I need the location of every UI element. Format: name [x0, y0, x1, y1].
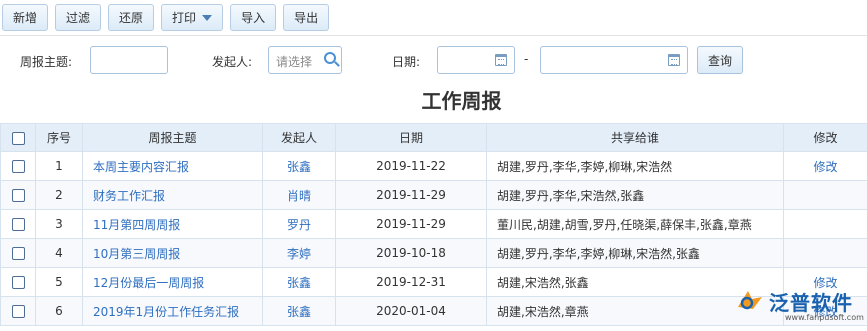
header-edit[interactable]: 修改 [783, 123, 867, 152]
row-initiator-link[interactable]: 李婷 [262, 238, 336, 268]
import-button[interactable]: 导入 [230, 4, 277, 31]
row-no: 3 [35, 209, 83, 239]
export-button[interactable]: 导出 [283, 4, 330, 31]
watermark-url: www.fanpusoft.com [785, 313, 864, 322]
row-topic-link[interactable]: 12月份最后一周周报 [82, 267, 263, 297]
initiator-label: 发起人: [212, 55, 253, 69]
search-icon[interactable] [324, 52, 336, 64]
row-topic-link[interactable]: 10月第三周周报 [82, 238, 263, 268]
row-share: 胡建,罗丹,李华,宋浩然,张鑫 [486, 180, 784, 210]
restore-button-label: 还原 [119, 11, 144, 25]
row-date: 2019-12-31 [335, 267, 487, 297]
row-initiator-link[interactable]: 张鑫 [262, 267, 336, 297]
toolbar: 新增 过滤 还原 打印 导入 导出 [0, 0, 867, 36]
print-button-label: 打印 [172, 11, 197, 25]
row-date: 2019-11-22 [335, 151, 487, 181]
table-row: 1 本周主要内容汇报 张鑫 2019-11-22 胡建,罗丹,李华,李婷,柳琳,… [0, 151, 867, 181]
row-checkbox[interactable] [11, 247, 25, 260]
row-select-cell [0, 151, 36, 181]
row-select-cell [0, 267, 36, 297]
row-no: 6 [35, 296, 83, 326]
row-edit-link[interactable] [783, 209, 867, 239]
row-no: 1 [35, 151, 83, 181]
row-edit-link[interactable]: 修改 [783, 151, 867, 181]
header-select-all [0, 123, 36, 152]
row-date: 2020-01-04 [335, 296, 487, 326]
row-no: 2 [35, 180, 83, 210]
topic-label: 周报主题: [20, 55, 73, 69]
row-share: 胡建,罗丹,李华,李婷,柳琳,宋浩然 [486, 151, 784, 181]
row-checkbox[interactable] [11, 189, 25, 202]
initiator-placeholder: 请选择 [276, 55, 313, 69]
row-initiator-link[interactable]: 张鑫 [262, 296, 336, 326]
header-topic[interactable]: 周报主题 [82, 123, 263, 152]
row-checkbox[interactable] [11, 218, 25, 231]
row-select-cell [0, 209, 36, 239]
filter-button-label: 过滤 [66, 11, 91, 25]
query-button-label: 查询 [708, 53, 733, 68]
header-date[interactable]: 日期 [335, 123, 487, 152]
row-share: 胡建,罗丹,李华,李婷,柳琳,宋浩然,张鑫 [486, 238, 784, 268]
row-select-cell [0, 296, 36, 326]
calendar-icon[interactable] [495, 54, 507, 66]
table-row: 2 财务工作汇报 肖晴 2019-11-29 胡建,罗丹,李华,宋浩然,张鑫 [0, 180, 867, 210]
row-topic-link[interactable]: 财务工作汇报 [82, 180, 263, 210]
row-initiator-link[interactable]: 罗丹 [262, 209, 336, 239]
table-row: 4 10月第三周周报 李婷 2019-10-18 胡建,罗丹,李华,李婷,柳琳,… [0, 238, 867, 268]
row-checkbox[interactable] [11, 305, 25, 318]
row-select-cell [0, 180, 36, 210]
page-title: 工作周报 [421, 89, 502, 113]
row-no: 4 [35, 238, 83, 268]
row-edit-link[interactable] [783, 180, 867, 210]
query-button[interactable]: 查询 [697, 46, 744, 74]
filter-button[interactable]: 过滤 [55, 4, 102, 31]
print-button[interactable]: 打印 [161, 4, 224, 31]
row-checkbox[interactable] [11, 276, 25, 289]
row-topic-link[interactable]: 本周主要内容汇报 [82, 151, 263, 181]
row-share: 董川民,胡建,胡雪,罗丹,任晓渠,薛保丰,张鑫,章燕 [486, 209, 784, 239]
row-date: 2019-11-29 [335, 180, 487, 210]
header-no[interactable]: 序号 [35, 123, 83, 152]
row-select-cell [0, 238, 36, 268]
end-date-input[interactable] [540, 46, 688, 74]
header-share[interactable]: 共享给谁 [486, 123, 784, 152]
export-button-label: 导出 [294, 11, 319, 25]
row-date: 2019-10-18 [335, 238, 487, 268]
import-button-label: 导入 [241, 11, 266, 25]
header-initiator[interactable]: 发起人 [262, 123, 336, 152]
restore-button[interactable]: 还原 [108, 4, 155, 31]
add-button[interactable]: 新增 [2, 4, 49, 31]
initiator-input[interactable]: 请选择 [268, 46, 342, 74]
row-initiator-link[interactable]: 肖晴 [262, 180, 336, 210]
row-date: 2019-11-29 [335, 209, 487, 239]
row-topic-link[interactable]: 2019年1月份工作任务汇报 [82, 296, 263, 326]
topic-input[interactable] [90, 46, 168, 74]
row-edit-link[interactable] [783, 238, 867, 268]
row-no: 5 [35, 267, 83, 297]
table-header-row: 序号 周报主题 发起人 日期 共享给谁 修改 [0, 123, 867, 152]
search-bar: 周报主题: 发起人: 请选择 日期: - 查询 [0, 44, 867, 78]
row-topic-link[interactable]: 11月第四周周报 [82, 209, 263, 239]
add-button-label: 新增 [13, 11, 38, 25]
watermark: 泛普软件 www.fanpusoft.com [735, 285, 865, 329]
watermark-brand: 泛普软件 [769, 291, 853, 315]
row-initiator-link[interactable]: 张鑫 [262, 151, 336, 181]
date-label: 日期: [392, 55, 421, 69]
date-separator: - [524, 52, 529, 66]
chevron-down-icon [202, 14, 213, 21]
table-row: 3 11月第四周周报 罗丹 2019-11-29 董川民,胡建,胡雪,罗丹,任晓… [0, 209, 867, 239]
row-checkbox[interactable] [11, 160, 25, 173]
calendar-icon[interactable] [668, 54, 680, 66]
select-all-checkbox[interactable] [11, 131, 25, 145]
brand-logo-icon [738, 291, 762, 310]
start-date-input[interactable] [437, 46, 515, 74]
